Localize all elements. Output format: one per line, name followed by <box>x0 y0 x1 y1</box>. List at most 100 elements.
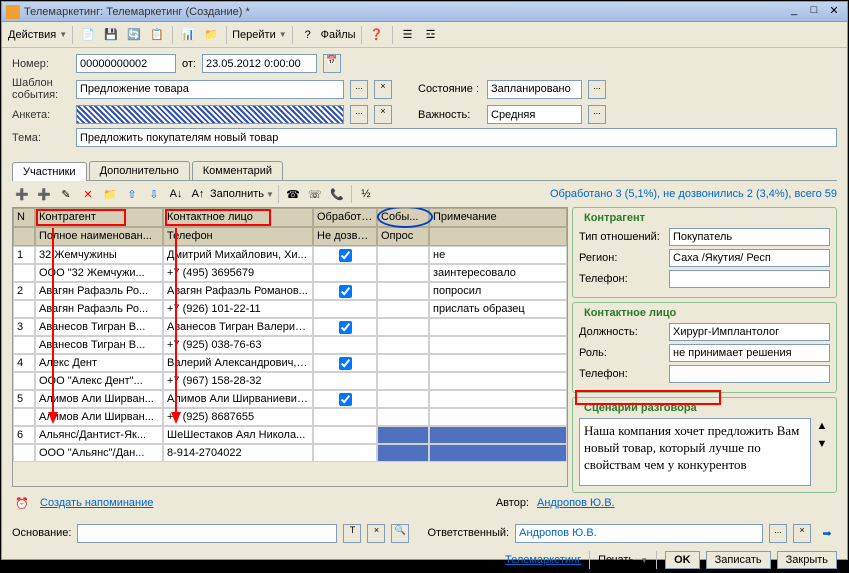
phone2-input[interactable] <box>669 365 830 383</box>
delete-icon[interactable]: ✕ <box>78 184 98 204</box>
chevron-down-icon[interactable]: ▼ <box>59 30 67 39</box>
col-poll[interactable]: Опрос <box>377 227 429 246</box>
survey-input[interactable] <box>76 105 344 124</box>
phone3-icon[interactable]: 📞 <box>327 184 347 204</box>
date-input[interactable] <box>202 54 317 73</box>
processed-checkbox[interactable] <box>339 393 352 406</box>
new-icon[interactable]: 📄 <box>78 25 98 45</box>
state-input[interactable] <box>487 80 582 99</box>
minimize-button[interactable]: _ <box>785 4 803 20</box>
struct-icon[interactable]: 📁 <box>201 25 221 45</box>
report-icon[interactable]: 📊 <box>178 25 198 45</box>
date-picker-button[interactable]: 📅 <box>323 54 341 73</box>
resp-clear-button[interactable]: × <box>793 524 811 543</box>
filter-icon[interactable]: ½ <box>356 184 376 204</box>
col-contact[interactable]: Контактное лицо <box>163 208 313 227</box>
files-menu[interactable]: Файлы <box>321 29 356 41</box>
table-row[interactable]: 4 Алекс Дент Валерий Александрович, Х... <box>13 354 567 372</box>
add-group-icon[interactable]: ➕ <box>34 184 54 204</box>
resp-input[interactable] <box>515 524 763 543</box>
create-reminder-link[interactable]: Создать напоминание <box>40 497 153 509</box>
close-button[interactable]: Закрыть <box>777 551 837 569</box>
up-icon[interactable]: ⇧ <box>122 184 142 204</box>
resp-select-button[interactable]: ... <box>769 524 787 543</box>
position-input[interactable] <box>669 323 830 341</box>
copy-icon[interactable]: 📋 <box>147 25 167 45</box>
chevron-down-icon[interactable]: ▼ <box>640 556 648 565</box>
col-events[interactable]: Собы... <box>377 208 429 227</box>
rel-type-input[interactable] <box>669 228 830 246</box>
template-clear-button[interactable]: × <box>374 80 392 99</box>
maximize-button[interactable]: □ <box>805 4 823 20</box>
sort-za-icon[interactable]: A↑ <box>188 184 208 204</box>
processed-checkbox[interactable] <box>339 321 352 334</box>
down-icon[interactable]: ⇩ <box>144 184 164 204</box>
edit-icon[interactable]: ✎ <box>56 184 76 204</box>
col-n[interactable]: N <box>13 208 35 227</box>
print-button[interactable]: Печать <box>598 554 634 566</box>
processed-checkbox[interactable] <box>339 249 352 262</box>
table-row[interactable]: ООО "Альянс"/Дан... 8-914-2704022 <box>13 444 567 462</box>
table-row[interactable]: 6 Альянс/Дантист-Як... ШеШестаков Аял Ни… <box>13 426 567 444</box>
table-row[interactable]: Аванесов Тигран В... +7 (925) 038-76-63 <box>13 336 567 354</box>
importance-select-button[interactable]: ... <box>588 105 606 124</box>
tab-participants[interactable]: Участники <box>12 162 87 181</box>
col-phone[interactable]: Телефон <box>163 227 313 246</box>
save-icon[interactable]: 💾 <box>101 25 121 45</box>
importance-input[interactable] <box>487 105 582 124</box>
reminder-icon[interactable]: ⏰ <box>12 493 32 513</box>
table-row[interactable]: Алимов Али Ширван... +7 (925) 8687655 <box>13 408 567 426</box>
table-row[interactable]: 5 Алимов Али Ширван... Алимов Али Ширван… <box>13 390 567 408</box>
processed-checkbox[interactable] <box>339 285 352 298</box>
processed-checkbox[interactable] <box>339 357 352 370</box>
tab-comment[interactable]: Комментарий <box>192 161 283 180</box>
help-icon[interactable]: ? <box>298 25 318 45</box>
sort-az-icon[interactable]: A↓ <box>166 184 186 204</box>
script-up-button[interactable]: ▲ <box>814 418 830 434</box>
col-contragent[interactable]: Контрагент <box>35 208 163 227</box>
goto-icon[interactable]: ➡ <box>817 523 837 543</box>
close-button[interactable]: ✕ <box>825 4 843 20</box>
chevron-down-icon[interactable]: ▼ <box>279 30 287 39</box>
folder-icon[interactable]: 📁 <box>100 184 120 204</box>
chevron-down-icon[interactable]: ▼ <box>266 190 274 199</box>
add-icon[interactable]: ➕ <box>12 184 32 204</box>
table-row[interactable]: Авагян Рафаэль Ро... +7 (926) 101-22-11 … <box>13 300 567 318</box>
topic-input[interactable] <box>76 128 837 147</box>
telemarketing-link[interactable]: Телемаркетинг <box>505 554 581 566</box>
table-row[interactable]: 3 Аванесов Тигран В... Аванесов Тигран В… <box>13 318 567 336</box>
ok-button[interactable]: OK <box>665 551 700 569</box>
survey-select-button[interactable]: ... <box>350 105 368 124</box>
table-row[interactable]: 1 32 Жемчужины Дмитрий Михайлович, Хи...… <box>13 246 567 264</box>
list-icon[interactable]: ☰ <box>398 25 418 45</box>
col-processed[interactable]: Обработан <box>313 208 377 227</box>
phone2-icon[interactable]: ☏ <box>305 184 325 204</box>
survey-clear-button[interactable]: × <box>374 105 392 124</box>
basis-input[interactable] <box>77 524 337 543</box>
fill-menu[interactable]: Заполнить <box>210 188 264 200</box>
basis-clear-button[interactable]: × <box>367 524 385 543</box>
table-row[interactable]: ООО "32 Жемчужи... +7 (495) 3695679 заин… <box>13 264 567 282</box>
phone1-icon[interactable]: ☎ <box>283 184 303 204</box>
basis-search-button[interactable]: 🔍 <box>391 524 409 543</box>
region-input[interactable] <box>669 249 830 267</box>
phone-input[interactable] <box>669 270 830 288</box>
col-notreached[interactable]: Не дозвони... <box>313 227 377 246</box>
state-select-button[interactable]: ... <box>588 80 606 99</box>
script-down-button[interactable]: ▼ <box>814 436 830 452</box>
tab-additional[interactable]: Дополнительно <box>89 161 190 180</box>
goto-menu[interactable]: Перейти <box>232 29 276 41</box>
template-select-button[interactable]: ... <box>350 80 368 99</box>
actions-menu[interactable]: Действия <box>8 29 56 41</box>
basis-t-button[interactable]: T <box>343 524 361 543</box>
tree-icon[interactable]: ☲ <box>421 25 441 45</box>
col-note[interactable]: Примечание <box>429 208 567 227</box>
author-value[interactable]: Андропов Ю.В. <box>537 497 837 509</box>
table-row[interactable]: 2 Авагян Рафаэль Ро... Авагян Рафаэль Ро… <box>13 282 567 300</box>
role-input[interactable] <box>669 344 830 362</box>
col-fullname[interactable]: Полное наименован... <box>35 227 163 246</box>
number-input[interactable] <box>76 54 176 73</box>
participants-grid[interactable]: N Контрагент Контактное лицо Обработан С… <box>12 207 568 487</box>
table-row[interactable]: ООО "Алекс Дент"... +7 (967) 158-28-32 <box>13 372 567 390</box>
refresh-icon[interactable]: 🔄 <box>124 25 144 45</box>
